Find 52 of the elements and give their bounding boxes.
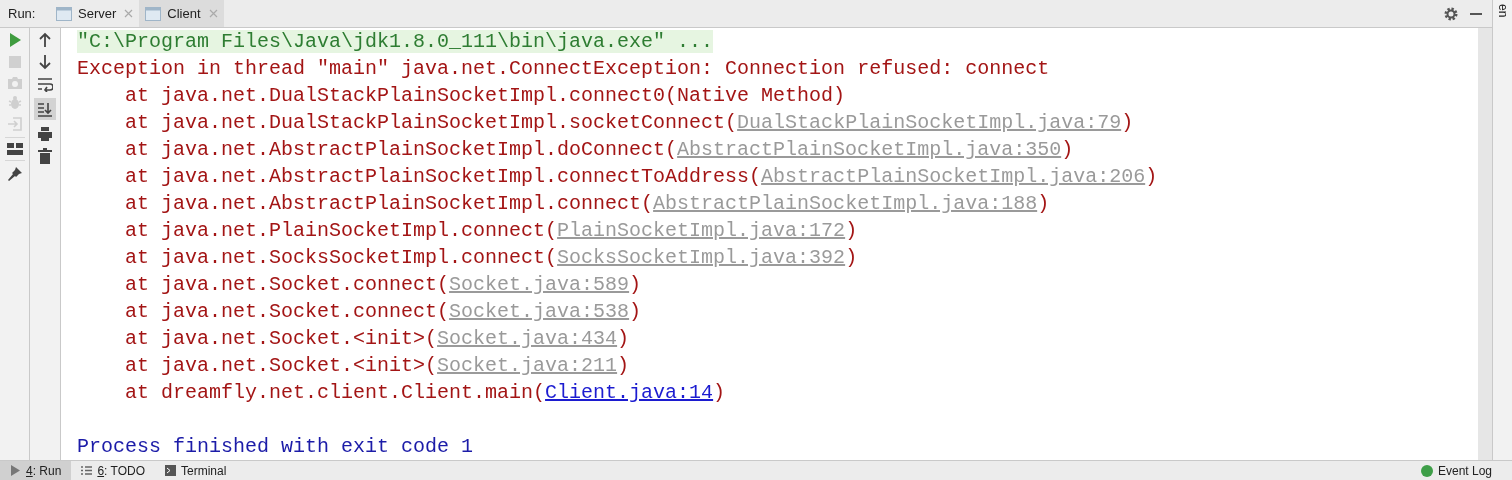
source-link[interactable]: Socket.java:211 [437,354,618,377]
play-icon [10,465,21,476]
stack-trace-line: at java.net.Socket.connect(Socket.java:589) [125,273,642,296]
minimize-icon[interactable] [1470,12,1482,15]
tool-window-tab[interactable]: 6: TODO [71,461,155,480]
exception-message: Exception in thread "main" java.net.ConnectException: Connection refused: connect [77,57,1050,80]
list-icon [81,465,93,476]
source-link[interactable]: SocksSocketImpl.java:392 [557,246,846,269]
layout-icon[interactable] [6,143,23,155]
scroll-to-end-icon [37,101,53,117]
terminal-icon [164,465,176,476]
stack-trace-line: at dreamfly.net.client.Client.main(Client.java:14) [125,381,726,404]
run-tab[interactable]: Client [139,0,224,27]
source-link[interactable]: Socket.java:434 [437,327,618,350]
stack-trace-line: at java.net.Socket.connect(Socket.java:538) [125,300,642,323]
source-link[interactable]: Socket.java:538 [449,300,630,323]
tool-window-tab[interactable]: Terminal [154,461,237,480]
source-link[interactable]: Client.java:14 [545,381,714,404]
pin-icon[interactable] [6,166,23,182]
stack-trace-line: at java.net.DualStackPlainSocketImpl.connect0(Native Method) [125,84,846,107]
stack-trace-line: at java.net.AbstractPlainSocketImpl.doConnect(AbstractPlainSocketImpl.java:350) [125,138,1074,161]
stack-trace-line: at java.net.PlainSocketImpl.connect(PlainSocketImpl.java:172) [125,219,858,242]
source-link[interactable]: AbstractPlainSocketImpl.java:350 [677,138,1062,161]
trash-icon[interactable] [38,148,52,164]
stack-trace-line: at java.net.AbstractPlainSocketImpl.connectToAddress(AbstractPlainSocketImpl.java:206) [125,165,1158,188]
stack-trace-line: at java.net.DualStackPlainSocketImpl.socketConnect(DualStackPlainSocketImpl.java:79) [125,111,1134,134]
source-link[interactable]: AbstractPlainSocketImpl.java:206 [761,165,1146,188]
soft-wrap-icon[interactable] [37,76,53,92]
event-log-icon [1420,464,1433,477]
window-icon [145,6,162,21]
event-log-button[interactable]: Event Log [1420,461,1512,480]
stack-trace-line: at java.net.Socket.<init>(Socket.java:211) [125,354,630,377]
scroll-to-end-button[interactable] [34,98,56,120]
exit-message: Process finished with exit code 1 [77,435,474,458]
settings-icon[interactable] [1444,6,1458,21]
down-arrow-icon[interactable] [39,54,51,70]
tool-window-tab[interactable]: 4: Run [0,461,72,480]
print-icon[interactable] [37,126,53,142]
run-icon[interactable] [7,32,22,48]
window-icon [56,6,72,21]
source-link[interactable]: Socket.java:589 [449,273,630,296]
run-label: Run: [7,4,37,23]
source-link[interactable]: PlainSocketImpl.java:172 [557,219,846,242]
source-link[interactable]: DualStackPlainSocketImpl.java:79 [737,111,1122,134]
run-tab[interactable]: Server [50,0,140,27]
up-arrow-icon[interactable] [39,32,51,48]
side-tab[interactable]: en [1493,4,1512,18]
stack-trace-line: at java.net.SocksSocketImpl.connect(SocksSocketImpl.java:392) [125,246,858,269]
stack-trace-line: at java.net.Socket.<init>(Socket.java:434) [125,327,630,350]
source-link[interactable]: AbstractPlainSocketImpl.java:188 [653,192,1038,215]
scrollbar[interactable] [1478,28,1492,460]
stack-trace-line: at java.net.AbstractPlainSocketImpl.connect(AbstractPlainSocketImpl.java:188) [125,192,1050,215]
